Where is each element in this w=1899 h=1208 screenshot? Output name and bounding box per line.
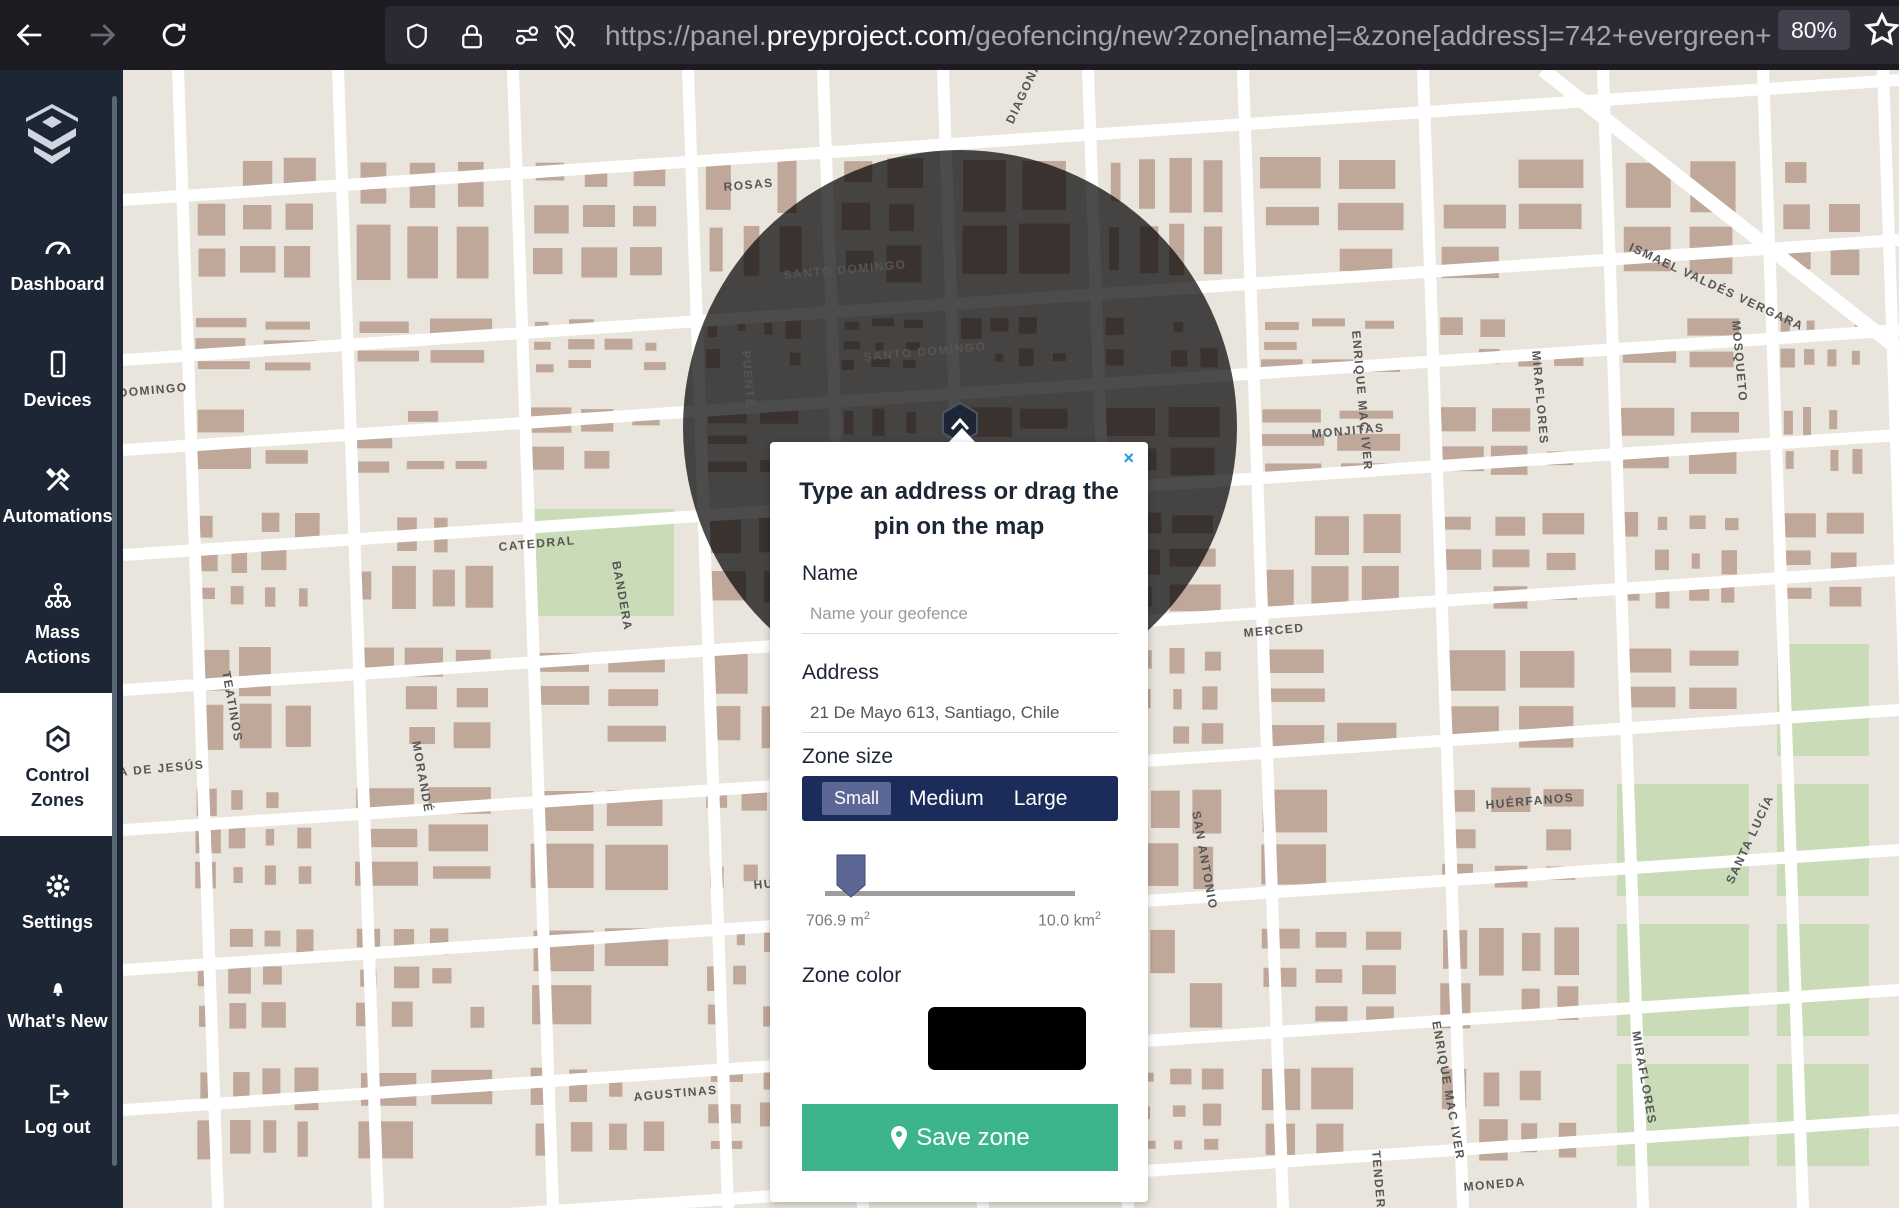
shield-icon[interactable] (400, 19, 434, 53)
reload-button[interactable] (152, 13, 196, 57)
map-marker-icon (891, 1125, 908, 1150)
url-domain: preyproject.com (766, 20, 968, 51)
address-bar[interactable]: https://panel.preyproject.com/geofencing… (385, 6, 1899, 64)
sidebar-item-label: Dashboard (10, 274, 105, 294)
slider-max-value: 10.0 km (1038, 912, 1095, 930)
slider-max-exponent: 2 (1094, 910, 1102, 922)
sidebar-item-logout[interactable]: Log out (0, 1081, 115, 1140)
sidebar-item-dashboard[interactable]: Dashboard (0, 232, 115, 297)
slider-min-value: 706.9 m (806, 912, 864, 930)
arrow-right-icon (90, 24, 116, 46)
zone-size-selector: Small Medium Large (802, 776, 1118, 821)
arrow-left-icon (16, 24, 42, 46)
sidebar-item-devices[interactable]: Devices (0, 348, 115, 413)
slider-max-label: 10.0 km2 (1038, 910, 1101, 930)
zone-size-slider-handle[interactable] (836, 854, 866, 898)
modal-pointer (948, 428, 976, 443)
logout-icon (49, 1084, 69, 1104)
close-icon[interactable]: × (1123, 448, 1134, 469)
url-path: /geofencing/new?zone[name]=&zone[address… (967, 20, 1772, 51)
zone-size-label: Zone size (802, 745, 894, 768)
address-input[interactable] (802, 693, 1118, 733)
hierarchy-icon (44, 582, 71, 609)
prey-logo[interactable] (20, 100, 84, 170)
name-label: Name (802, 562, 859, 585)
geofence-form-panel: × Type an address or drag the pin on the… (770, 442, 1148, 1202)
address-label: Address (802, 661, 880, 684)
reload-icon (162, 23, 186, 47)
lock-icon[interactable] (455, 19, 489, 53)
gear-icon (46, 874, 69, 898)
tools-icon (45, 467, 70, 492)
browser-toolbar: https://panel.preyproject.com/geofencing… (0, 0, 1899, 70)
sidebar-scrollbar[interactable] (112, 96, 117, 1166)
sidebar: Dashboard Devices Automations Mass Actio… (0, 70, 123, 1208)
zone-size-medium-button[interactable]: Medium (897, 782, 996, 815)
sidebar-item-label: Log out (24, 1117, 91, 1137)
bookmark-star-icon[interactable] (1862, 10, 1899, 50)
sidebar-item-label: What's New (7, 1011, 108, 1031)
bell-icon (52, 983, 63, 997)
url-text[interactable]: https://panel.preyproject.com/geofencing… (605, 20, 1772, 52)
location-blocked-icon[interactable] (548, 19, 582, 53)
save-zone-label: Save zone (916, 1123, 1030, 1151)
speedometer-icon (45, 241, 70, 255)
zone-size-large-button[interactable]: Large (1002, 782, 1080, 815)
slider-min-label: 706.9 m2 (806, 910, 870, 930)
sidebar-item-label: Control Zones (25, 765, 90, 810)
sidebar-item-automations[interactable]: Automations (0, 464, 115, 529)
zone-size-small-button[interactable]: Small (822, 782, 892, 815)
sidebar-item-label: Devices (23, 390, 92, 410)
zone-color-label: Zone color (802, 964, 902, 987)
geofence-name-input[interactable] (802, 594, 1118, 634)
url-prefix: https://panel. (605, 20, 767, 51)
sidebar-item-label: Mass Actions (24, 622, 91, 667)
forward-button[interactable] (80, 13, 124, 57)
control-zones-icon (46, 725, 69, 753)
sidebar-item-whats-new[interactable]: What's New (0, 975, 115, 1034)
form-title: Type an address or drag the pin on the m… (799, 478, 1119, 540)
back-button[interactable] (8, 13, 52, 57)
save-zone-button[interactable]: Save zone (802, 1104, 1118, 1171)
sidebar-item-control-zones[interactable]: Control Zones (0, 693, 115, 836)
zone-color-picker[interactable] (928, 1007, 1086, 1070)
sidebar-item-label: Automations (2, 506, 113, 526)
mobile-device-icon (50, 350, 65, 378)
zoom-level-button[interactable]: 80% (1778, 10, 1850, 50)
sidebar-item-settings[interactable]: Settings (0, 870, 115, 935)
sidebar-item-mass-actions[interactable]: Mass Actions (0, 580, 115, 670)
slider-min-exponent: 2 (863, 910, 870, 922)
sidebar-item-label: Settings (21, 912, 93, 932)
permissions-icon[interactable] (510, 19, 544, 53)
